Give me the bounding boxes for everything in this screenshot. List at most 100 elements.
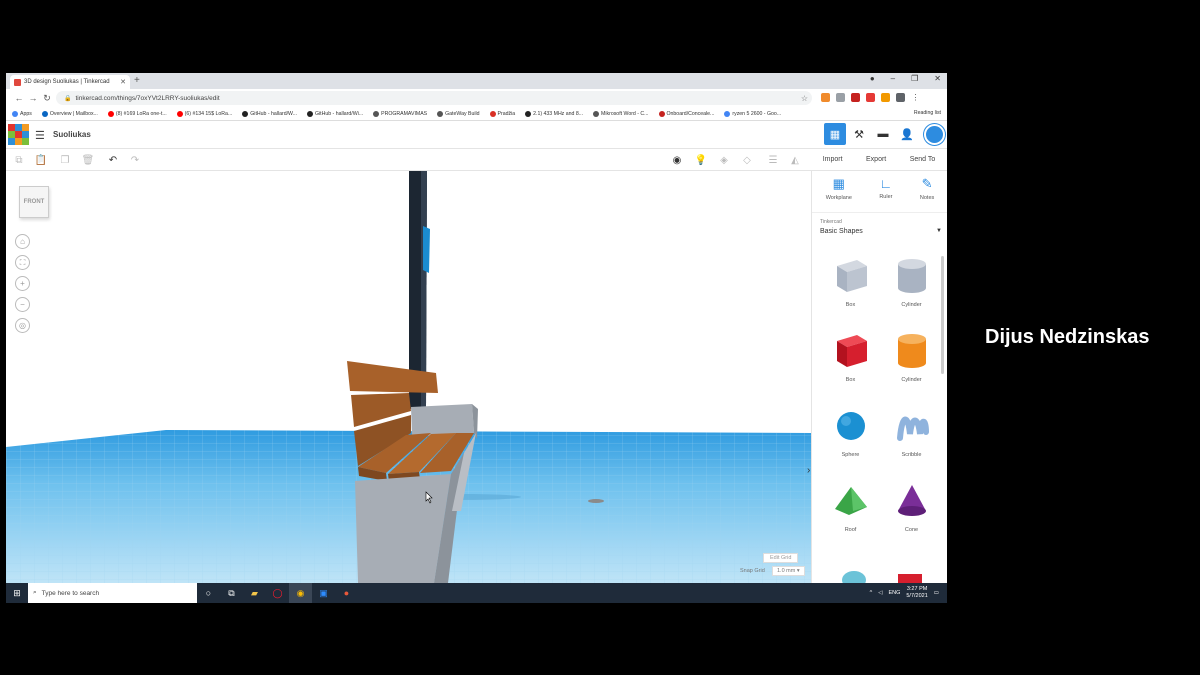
shape-scribble[interactable]: Scribble bbox=[881, 404, 942, 461]
task-view-icon[interactable]: ⧉ bbox=[220, 583, 243, 603]
panel-tools: ▦ Workplane ∟ Ruler ✎ Notes bbox=[812, 171, 947, 213]
shape-roof[interactable]: Roof bbox=[820, 479, 881, 536]
workplane-tool[interactable]: ▦ Workplane bbox=[826, 176, 852, 212]
ruler-tool[interactable]: ∟ Ruler bbox=[879, 176, 892, 212]
import-button[interactable]: Import bbox=[823, 156, 843, 163]
export-button[interactable]: Export bbox=[866, 156, 886, 163]
mirror-icon[interactable]: ◭ bbox=[788, 153, 802, 167]
browser-menu-icon[interactable]: ⋮ bbox=[911, 93, 920, 102]
design-list-icon[interactable]: ☰ bbox=[35, 129, 45, 142]
taskbar-search[interactable]: ⌕ Type here to search bbox=[28, 583, 197, 603]
forward-icon[interactable]: → bbox=[26, 93, 40, 103]
view-cube[interactable]: FRONT bbox=[19, 186, 49, 218]
tab-close-icon[interactable]: ✕ bbox=[120, 78, 126, 86]
bookmark-item[interactable]: Mikrosoft Word - C... bbox=[593, 110, 649, 117]
shape-cylinder-hole[interactable]: Cylinder bbox=[881, 254, 942, 311]
notes-tool[interactable]: ✎ Notes bbox=[920, 176, 934, 212]
collapse-panel-chevron-icon[interactable]: › bbox=[807, 465, 810, 476]
zoom-out-icon[interactable]: − bbox=[15, 297, 30, 312]
opera-icon[interactable]: ◯ bbox=[266, 583, 289, 603]
extension-icon[interactable] bbox=[836, 93, 845, 102]
paste-icon[interactable]: 📋 bbox=[34, 153, 48, 167]
redo-icon[interactable]: ↷ bbox=[128, 153, 142, 167]
address-bar[interactable]: 🔒 tinkercad.com/things/7oxYVt2LRRY-suoli… bbox=[56, 91, 812, 105]
bookmark-item[interactable]: Apps bbox=[12, 110, 32, 117]
bookmark-item[interactable]: (6) #134 15$ LoRa... bbox=[176, 110, 232, 117]
shape-box-hole[interactable]: Box bbox=[820, 254, 881, 311]
browser-tab[interactable]: 3D design Suoliukas | Tinkercad ✕ bbox=[10, 75, 130, 89]
language-indicator[interactable]: ENG bbox=[888, 590, 900, 596]
maximize-icon[interactable]: ❐ bbox=[911, 74, 918, 83]
extension-icon[interactable] bbox=[851, 93, 860, 102]
bookmark-star-icon[interactable]: ☆ bbox=[801, 94, 808, 103]
notifications-icon[interactable]: ▭ bbox=[934, 590, 939, 596]
extension-icon[interactable] bbox=[881, 93, 890, 102]
close-window-icon[interactable]: ✕ bbox=[934, 74, 941, 83]
github-icon bbox=[525, 110, 532, 117]
back-icon[interactable]: ← bbox=[12, 93, 26, 103]
reload-icon[interactable]: ↻ bbox=[40, 93, 54, 104]
reading-list[interactable]: Reading list bbox=[914, 110, 941, 116]
panel-scrollbar[interactable] bbox=[941, 256, 944, 374]
ungroup-icon[interactable]: ◇ bbox=[740, 153, 754, 167]
design-title[interactable]: Suoliukas bbox=[53, 130, 91, 139]
bookmark-item[interactable]: GitHub - hallard/Wi... bbox=[306, 110, 363, 117]
copy-icon[interactable]: ⧉ bbox=[12, 153, 26, 167]
group-icon[interactable]: ◈ bbox=[717, 153, 731, 167]
light-bulb-icon[interactable]: 💡 bbox=[694, 153, 708, 167]
add-user-icon[interactable]: 👤 bbox=[896, 123, 918, 145]
bricks-view-icon[interactable]: ▬ bbox=[872, 123, 894, 145]
library-select[interactable]: Basic Shapes ▼ bbox=[820, 228, 942, 235]
align-icon[interactable]: ☰ bbox=[766, 153, 780, 167]
duplicate-icon[interactable]: ❐ bbox=[58, 153, 72, 167]
bookmark-item[interactable]: 2.1) 433 MHz and 8... bbox=[525, 110, 583, 117]
chrome-icon[interactable]: ◉ bbox=[289, 583, 312, 603]
3d-design-view-icon[interactable]: ▦ bbox=[824, 123, 846, 145]
tray-chevron-icon[interactable]: ^ bbox=[870, 590, 873, 596]
bookmark-item[interactable]: PROGRAMAVIMAS bbox=[373, 110, 427, 117]
send-to-button[interactable]: Send To bbox=[910, 156, 936, 163]
new-tab-icon[interactable]: + bbox=[134, 75, 140, 86]
bookmark-item[interactable]: (8) #169 LoRa one-t... bbox=[107, 110, 167, 117]
bookmark-item[interactable]: GateWay Build bbox=[437, 110, 480, 117]
shape-sphere[interactable]: Sphere bbox=[820, 404, 881, 461]
zoom-icon[interactable]: ▣ bbox=[312, 583, 335, 603]
delete-icon[interactable]: 🗑 bbox=[81, 153, 95, 167]
minimize-icon[interactable]: – bbox=[891, 74, 895, 83]
clock[interactable]: 3:27 PM 5/7/2021 bbox=[906, 586, 927, 600]
edit-grid-button[interactable]: Edit Grid bbox=[763, 553, 799, 563]
cortana-icon[interactable]: ○ bbox=[197, 583, 220, 603]
blocks-view-icon[interactable]: ⚒ bbox=[848, 123, 870, 145]
extension-icon[interactable] bbox=[866, 93, 875, 102]
edit-toolbar: ⧉ 📋 ❐ 🗑 ↶ ↷ ◉ 💡 ◈ ◇ ☰ ◭ bbox=[6, 149, 811, 171]
extensions-puzzle-icon[interactable] bbox=[896, 93, 905, 102]
undo-icon[interactable]: ↶ bbox=[106, 153, 120, 167]
windows-start-icon[interactable]: ⊞ bbox=[6, 588, 28, 599]
orthographic-view-icon[interactable]: ◎ bbox=[15, 318, 30, 333]
zoom-in-icon[interactable]: + bbox=[15, 276, 30, 291]
extension-icon[interactable] bbox=[821, 93, 830, 102]
shape-cone[interactable]: Cone bbox=[881, 479, 942, 536]
camera-view-icon[interactable]: ◉ bbox=[670, 153, 684, 167]
fit-view-icon[interactable]: ⛶ bbox=[15, 255, 30, 270]
shape-cylinder[interactable]: Cylinder bbox=[881, 329, 942, 386]
more-shapes-preview bbox=[842, 571, 922, 583]
search-placeholder: Type here to search bbox=[41, 589, 100, 597]
app-icon[interactable]: ● bbox=[335, 583, 358, 603]
scene-canvas[interactable] bbox=[6, 171, 811, 583]
bookmark-item[interactable]: ryzen 5 2600 - Goo... bbox=[724, 110, 781, 117]
bookmark-item[interactable]: Overview | Mailbox... bbox=[41, 110, 98, 117]
shape-box[interactable]: Box bbox=[820, 329, 881, 386]
home-view-icon[interactable]: ⌂ bbox=[15, 234, 30, 249]
file-explorer-icon[interactable]: ▰ bbox=[243, 583, 266, 603]
bookmark-item[interactable]: Onboard/Conceale... bbox=[658, 110, 714, 117]
snap-grid-select[interactable]: 1.0 mm ▾ bbox=[772, 566, 805, 576]
bookmark-item[interactable]: Pradžia bbox=[489, 110, 515, 117]
profile-icon[interactable]: ● bbox=[870, 74, 875, 83]
bookmark-item[interactable]: GitHub - hallard/W... bbox=[242, 110, 297, 117]
3d-viewport[interactable]: FRONT ⌂ ⛶ + − ◎ › Edit Grid Snap Grid 1.… bbox=[6, 171, 811, 583]
apps-grid-icon bbox=[12, 110, 18, 117]
speaker-icon[interactable]: ◁ bbox=[878, 590, 882, 596]
tinkercad-logo[interactable] bbox=[8, 124, 29, 145]
avatar[interactable] bbox=[924, 124, 945, 145]
